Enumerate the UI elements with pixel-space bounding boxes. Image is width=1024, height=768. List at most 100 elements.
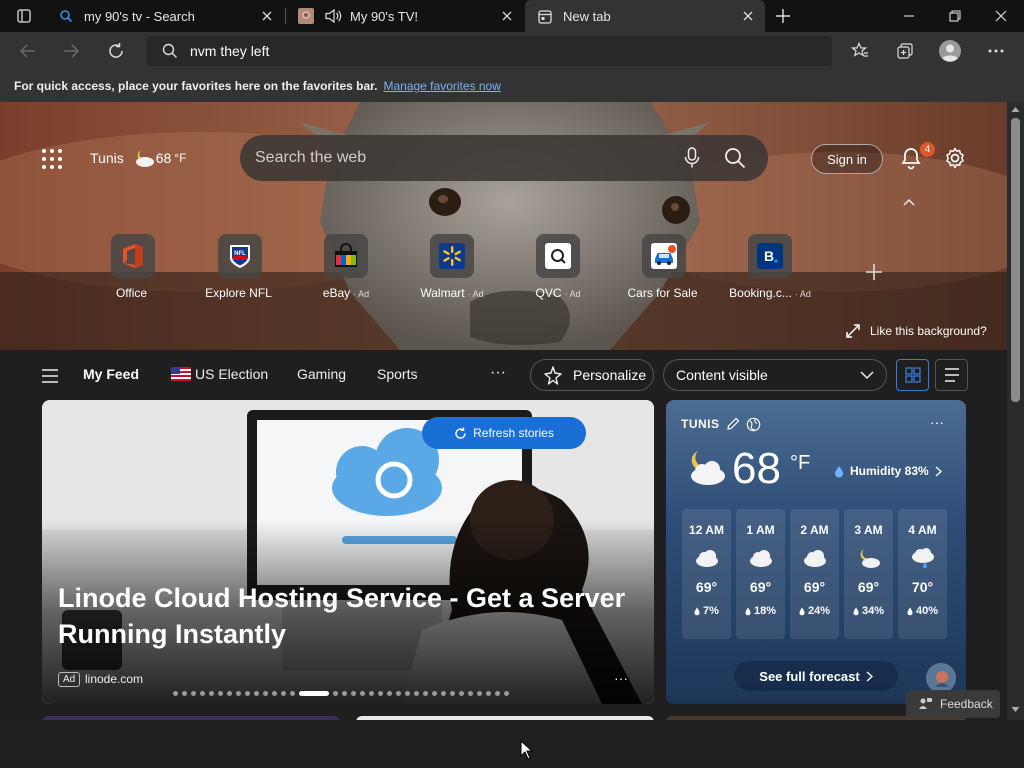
speaker-icon[interactable] <box>324 8 342 24</box>
carousel-dot[interactable] <box>218 691 223 696</box>
close-tab-icon[interactable] <box>260 9 274 23</box>
scroll-down-icon[interactable] <box>1011 706 1020 713</box>
carousel-dot[interactable] <box>254 691 259 696</box>
back-button[interactable] <box>13 36 43 66</box>
restore-button[interactable] <box>932 0 978 32</box>
edit-location-icon[interactable] <box>726 417 740 431</box>
carousel-dot[interactable] <box>209 691 214 696</box>
tab-my90s[interactable]: My 90's TV! <box>286 0 524 32</box>
humidity-link[interactable]: Humidity 83% <box>834 464 942 478</box>
collapse-quick-links-button[interactable] <box>901 196 917 208</box>
quick-link-booking[interactable]: B Booking.c... · Ad <box>720 234 820 300</box>
carousel-dot[interactable] <box>281 691 286 696</box>
manage-favorites-link[interactable]: Manage favorites now <box>383 79 500 93</box>
tab-new-tab[interactable]: New tab <box>525 0 765 33</box>
refresh-button[interactable] <box>101 36 131 66</box>
carousel-dot[interactable] <box>432 691 437 696</box>
carousel-dot[interactable] <box>173 691 178 696</box>
new-tab-button[interactable] <box>766 0 800 32</box>
story-source[interactable]: linode.com <box>85 672 143 686</box>
personalize-button[interactable]: Personalize <box>530 359 654 391</box>
tab-us-election[interactable]: US Election <box>171 366 268 382</box>
carousel-dot[interactable] <box>263 691 268 696</box>
quick-link-walmart[interactable]: Walmart · Ad <box>402 234 502 300</box>
carousel-dot[interactable] <box>396 691 401 696</box>
carousel-dot[interactable] <box>387 691 392 696</box>
carousel-dot[interactable] <box>378 691 383 696</box>
weather-card[interactable]: TUNIS ··· 68 °F Humidity 83% 12 AM 69° 7% 1… <box>666 400 966 704</box>
sign-in-button[interactable]: Sign in <box>811 144 883 174</box>
collections-button[interactable] <box>890 36 920 66</box>
full-forecast-button[interactable]: See full forecast <box>734 661 898 691</box>
story-headline[interactable]: Linode Cloud Hosting Service - Get a Ser… <box>58 580 638 652</box>
add-quick-link-button[interactable] <box>864 262 884 282</box>
hourly-forecast-item[interactable]: 2 AM 69° 24% <box>790 509 839 639</box>
apps-launcher-button[interactable] <box>40 147 64 171</box>
carousel-dot[interactable] <box>360 691 365 696</box>
carousel-dot[interactable] <box>227 691 232 696</box>
address-bar[interactable] <box>146 36 832 66</box>
hourly-forecast-item[interactable]: 1 AM 69° 18% <box>736 509 785 639</box>
carousel-dot[interactable] <box>495 691 500 696</box>
carousel-dot[interactable] <box>369 691 374 696</box>
carousel-dot[interactable] <box>504 691 509 696</box>
profile-button[interactable] <box>935 36 965 66</box>
search-icon[interactable] <box>724 147 746 169</box>
quick-link-cars-for-sale[interactable]: Cars for Sale <box>614 234 714 300</box>
carousel-dot[interactable] <box>351 691 356 696</box>
carousel-dot[interactable] <box>450 691 455 696</box>
carousel-dot[interactable] <box>200 691 205 696</box>
tab-sports[interactable]: Sports <box>377 366 417 382</box>
carousel-dot[interactable] <box>405 691 410 696</box>
tab-search[interactable]: my 90's tv - Search <box>46 0 284 32</box>
settings-more-button[interactable] <box>981 36 1011 66</box>
page-settings-button[interactable] <box>943 146 967 170</box>
microphone-icon[interactable] <box>684 147 700 169</box>
quick-link-qvc[interactable]: QVC · Ad <box>508 234 608 300</box>
carousel-dot[interactable] <box>333 691 338 696</box>
tab-my-feed[interactable]: My Feed <box>83 366 139 382</box>
address-input[interactable] <box>190 43 790 59</box>
quick-link-nfl[interactable]: NFL Explore NFL <box>190 234 290 300</box>
like-background-button[interactable]: Like this background? <box>846 324 987 338</box>
carousel-dot[interactable] <box>414 691 419 696</box>
scroll-up-icon[interactable] <box>1011 106 1020 113</box>
favorites-button[interactable] <box>845 36 875 66</box>
story-more-button[interactable]: ··· <box>614 670 628 686</box>
carousel-dot[interactable] <box>468 691 473 696</box>
web-search-box[interactable]: Search the web <box>240 135 768 181</box>
hourly-forecast-item[interactable]: 3 AM 69° 34% <box>844 509 893 639</box>
tab-gaming[interactable]: Gaming <box>297 366 346 382</box>
carousel-dot[interactable] <box>423 691 428 696</box>
weather-more-button[interactable]: ··· <box>930 414 944 430</box>
carousel-dot[interactable] <box>236 691 241 696</box>
carousel-dot[interactable] <box>342 691 347 696</box>
globe-icon[interactable] <box>746 417 761 432</box>
weather-assistant-avatar[interactable] <box>926 663 956 693</box>
quick-link-office[interactable]: Office <box>83 234 183 300</box>
carousel-dot[interactable] <box>477 691 482 696</box>
carousel-dot[interactable] <box>441 691 446 696</box>
feed-more-button[interactable]: ··· <box>490 364 506 382</box>
carousel-dot[interactable] <box>272 691 277 696</box>
feed-menu-button[interactable] <box>41 369 59 383</box>
close-tab-icon[interactable] <box>741 9 755 23</box>
hourly-forecast-item[interactable]: 12 AM 69° 7% <box>682 509 731 639</box>
tab-actions-button[interactable] <box>2 0 46 32</box>
hourly-forecast-item[interactable]: 4 AM 70° 40% <box>898 509 947 639</box>
scrollbar-thumb[interactable] <box>1011 118 1020 402</box>
carousel-dot[interactable] <box>459 691 464 696</box>
vertical-scrollbar[interactable] <box>1007 102 1024 720</box>
refresh-stories-button[interactable]: Refresh stories <box>422 417 586 449</box>
close-tab-icon[interactable] <box>500 9 514 23</box>
list-layout-button[interactable] <box>935 359 968 391</box>
weather-mini-widget[interactable]: Tunis 68 °F <box>90 148 186 168</box>
carousel-dot[interactable] <box>486 691 491 696</box>
forward-button[interactable] <box>56 36 86 66</box>
carousel-dot-active[interactable] <box>299 691 329 696</box>
minimize-button[interactable] <box>886 0 932 32</box>
carousel-dot[interactable] <box>182 691 187 696</box>
quick-link-ebay[interactable]: eBay · Ad <box>296 234 396 300</box>
content-visibility-select[interactable]: Content visible <box>663 359 887 391</box>
carousel-dot[interactable] <box>290 691 295 696</box>
